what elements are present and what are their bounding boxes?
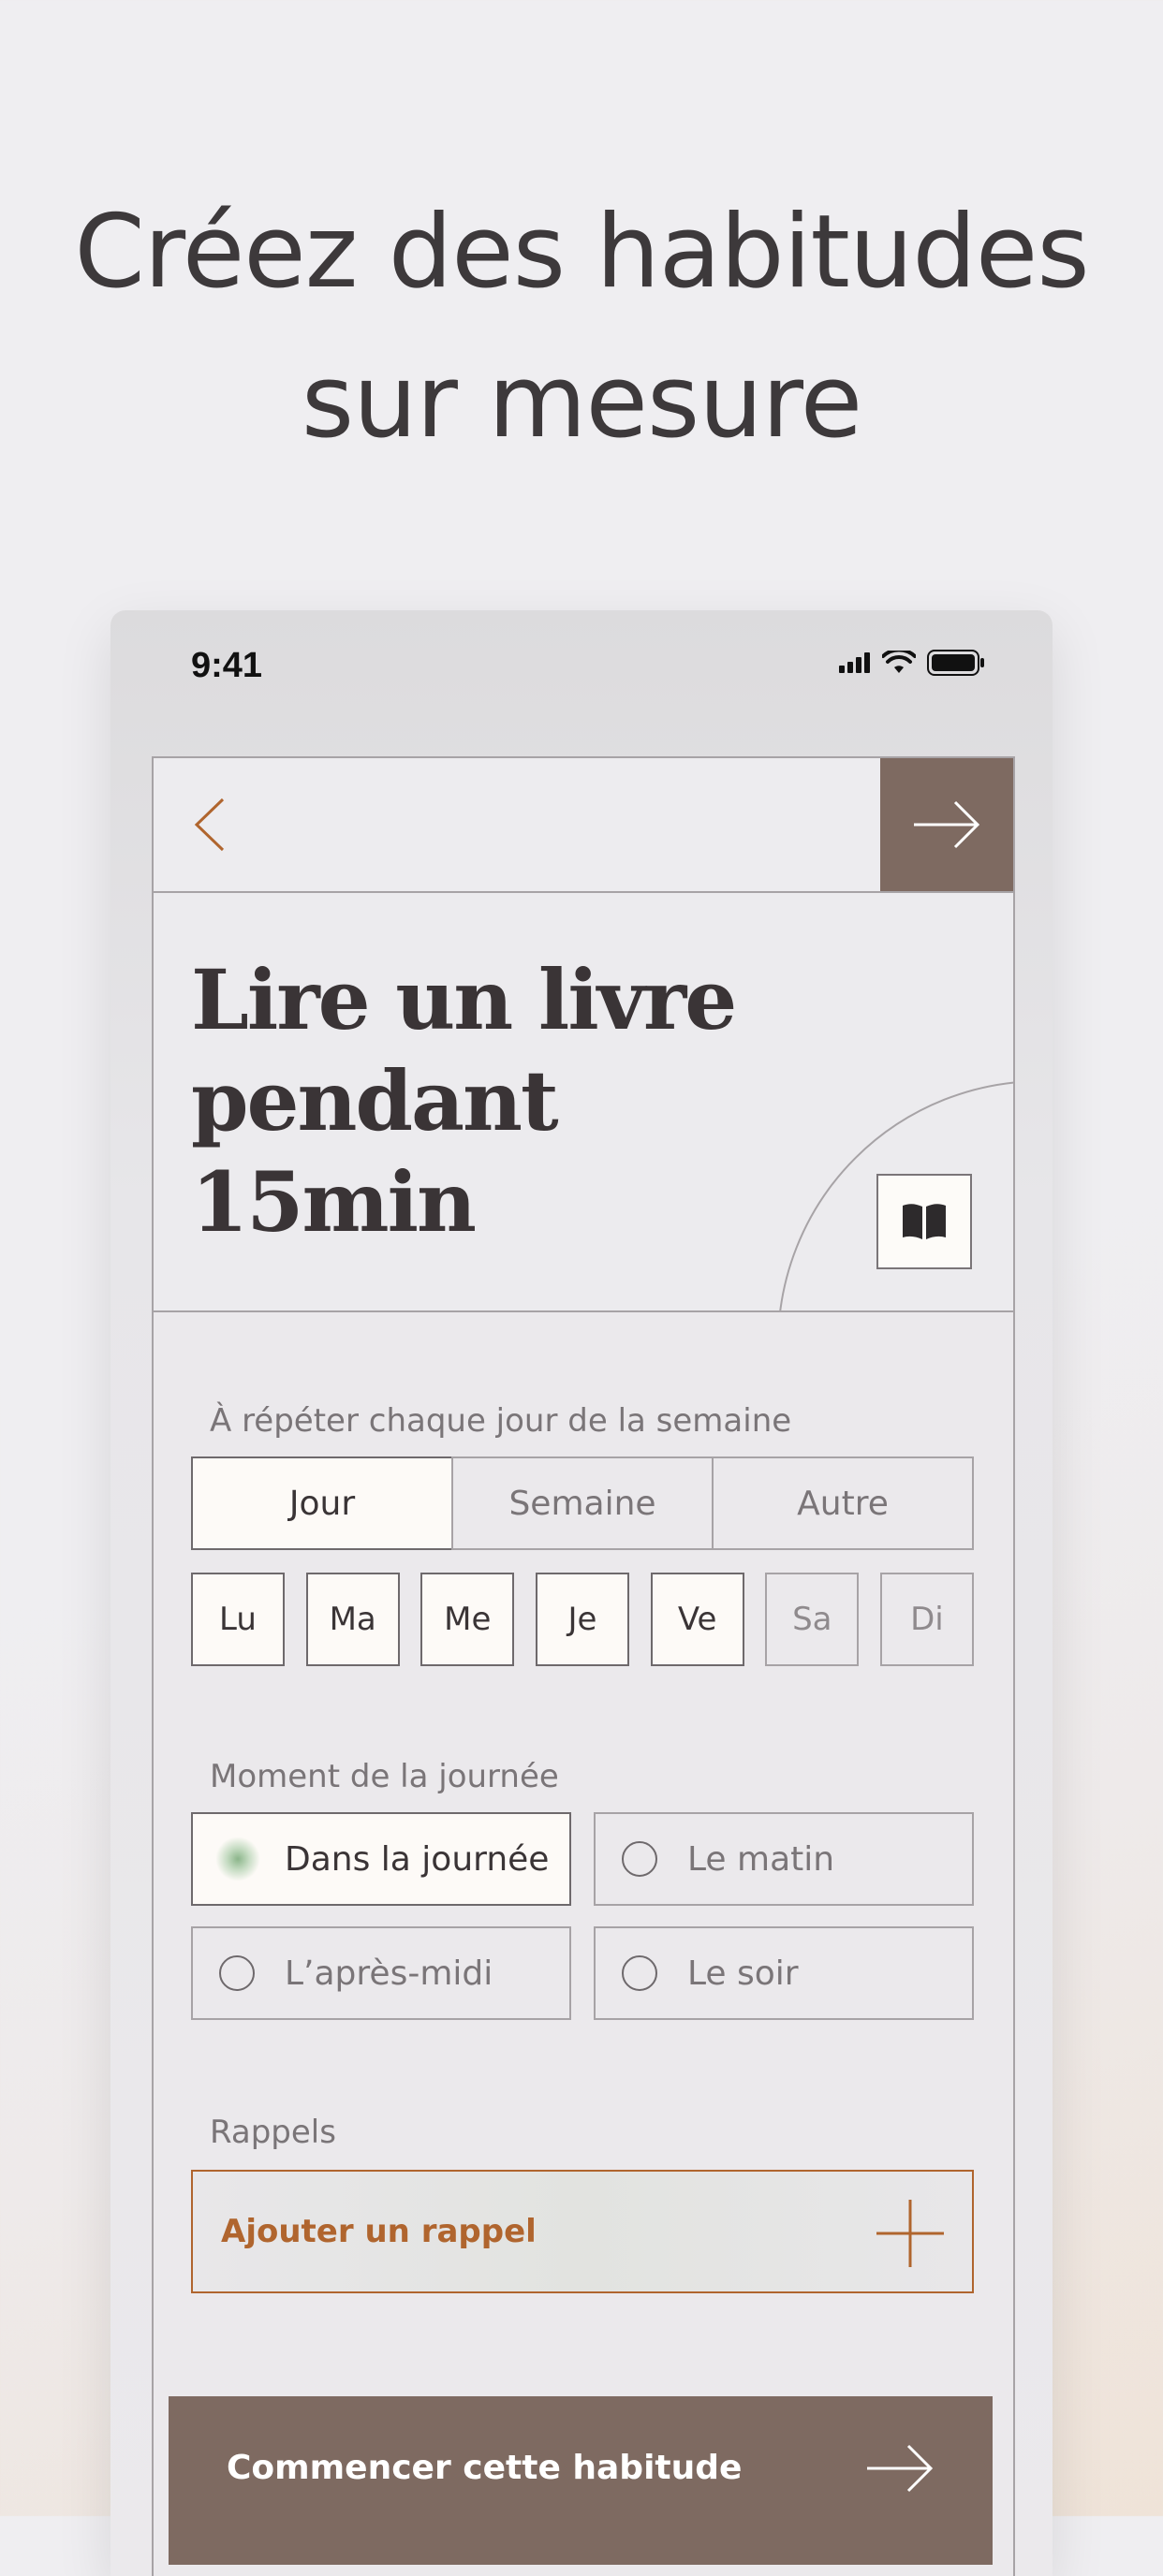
chevron-left-icon — [194, 798, 225, 852]
day-sa[interactable]: Sa — [765, 1573, 860, 1666]
day-di[interactable]: Di — [879, 1573, 974, 1666]
start-habit-label: Commencer cette habitude — [227, 2449, 743, 2487]
habit-title: Lire un livre pendant 15min — [191, 951, 737, 1251]
radio-icon — [219, 1955, 255, 1991]
moment-option-label: Le soir — [687, 1954, 799, 1993]
day-ve[interactable]: Ve — [650, 1573, 744, 1666]
moment-option-label: L’après-midi — [285, 1954, 493, 1993]
moment-option-journee[interactable]: Dans la journée — [191, 1812, 571, 1906]
start-habit-button[interactable]: Commencer cette habitude — [169, 2396, 993, 2565]
headline: Créez des habitudes sur mesure — [0, 178, 1163, 477]
signal-icon — [839, 652, 870, 673]
back-button[interactable] — [187, 794, 243, 856]
add-reminder-button[interactable]: Ajouter un rappel — [191, 2170, 974, 2293]
radio-icon — [622, 1841, 657, 1877]
headline-line-2: sur mesure — [301, 344, 862, 461]
plus-icon — [876, 2200, 944, 2267]
status-time: 9:41 — [191, 646, 263, 685]
radio-selected-icon — [215, 1837, 260, 1881]
day-je[interactable]: Je — [535, 1573, 629, 1666]
moment-option-label: Dans la journée — [285, 1839, 550, 1879]
phone-mockup: 9:41 Lire un livre pendant 15min À répét… — [110, 610, 1053, 2576]
repeat-label: À répéter chaque jour de la semaine — [210, 1402, 792, 1440]
habit-title-zone: Lire un livre pendant 15min — [154, 893, 1013, 1312]
day-ma[interactable]: Ma — [305, 1573, 400, 1666]
book-open-icon — [903, 1204, 946, 1239]
moment-option-label: Le matin — [687, 1839, 835, 1879]
day-me[interactable]: Me — [420, 1573, 515, 1666]
headline-line-1: Créez des habitudes — [74, 194, 1089, 311]
top-bar — [154, 758, 1013, 893]
day-selector: Lu Ma Me Je Ve Sa Di — [191, 1573, 974, 1666]
next-button[interactable] — [880, 758, 1013, 891]
frequency-option-jour[interactable]: Jour — [191, 1456, 453, 1550]
habit-card: Lire un livre pendant 15min À répéter ch… — [152, 756, 1015, 2576]
moment-option-matin[interactable]: Le matin — [594, 1812, 974, 1906]
day-lu[interactable]: Lu — [191, 1573, 285, 1666]
moment-label: Moment de la journée — [210, 1758, 559, 1795]
frequency-option-semaine[interactable]: Semaine — [451, 1456, 714, 1550]
arrow-right-icon — [914, 800, 980, 849]
frequency-selector: Jour Semaine Autre — [191, 1456, 974, 1550]
moment-option-soir[interactable]: Le soir — [594, 1926, 974, 2020]
status-icons — [839, 650, 985, 676]
add-reminder-label: Ajouter un rappel — [221, 2213, 537, 2250]
wifi-icon — [882, 651, 916, 673]
reminders-label: Rappels — [210, 2114, 336, 2151]
radio-icon — [622, 1955, 657, 1991]
battery-icon — [927, 650, 984, 676]
frequency-option-autre[interactable]: Autre — [712, 1456, 974, 1550]
habit-icon-button[interactable] — [876, 1174, 972, 1269]
moment-option-apres-midi[interactable]: L’après-midi — [191, 1926, 571, 2020]
arrow-right-icon — [867, 2444, 934, 2493]
